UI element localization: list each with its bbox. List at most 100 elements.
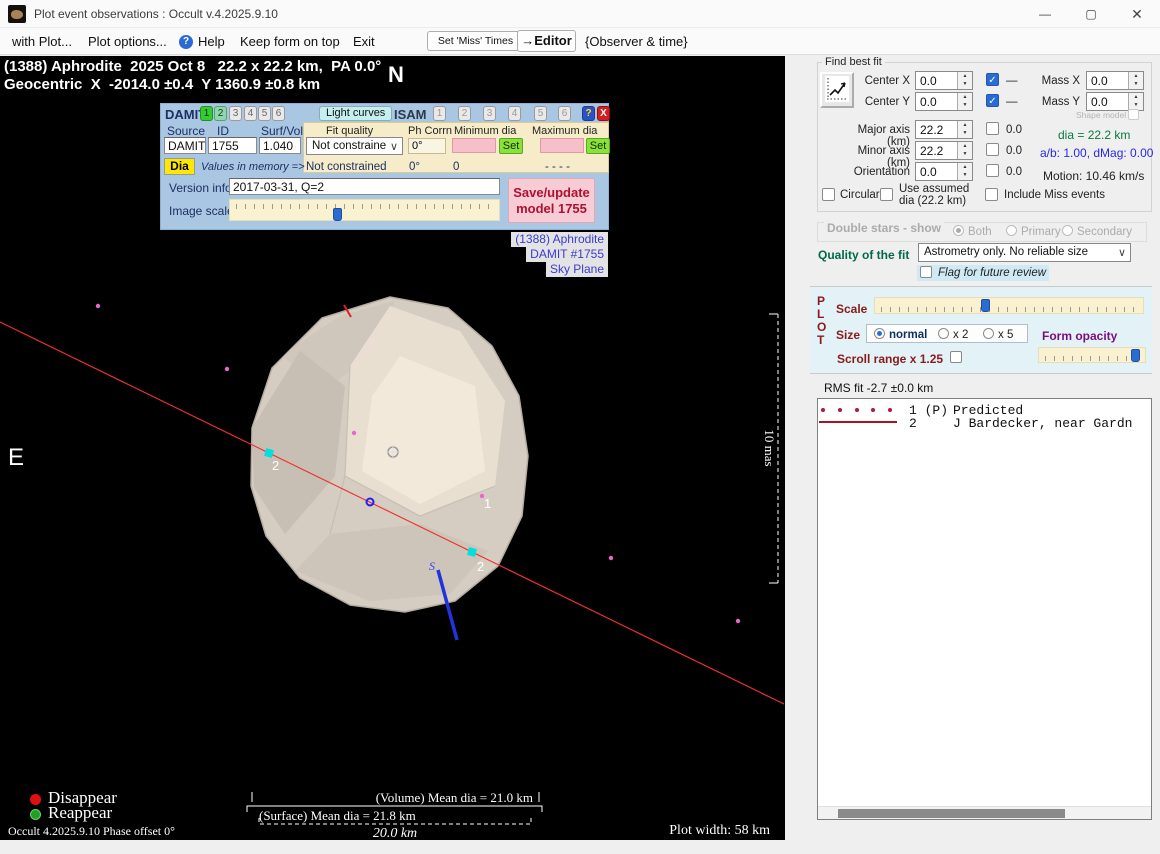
obs-name: J Bardecker, near Gardn [953, 416, 1150, 431]
orientation-sigma: 0.0 [1006, 166, 1022, 178]
damit-model-panel: DAMIT 1 2 3 4 5 6 Light curves ISAM 1 2 … [160, 103, 609, 230]
major-axis-spinner[interactable]: 22.2▲▼ [915, 120, 973, 139]
size-x5-radio[interactable] [983, 328, 994, 339]
double-both-radio[interactable] [953, 225, 964, 236]
shape-model-checkbox[interactable] [1128, 109, 1139, 120]
quality-fit-dropdown[interactable]: Astrometry only. No reliable size ∨ [918, 243, 1131, 262]
minor-axis-spinner[interactable]: 22.2▲▼ [915, 141, 973, 160]
isam-tab-2[interactable]: 2 [458, 106, 471, 121]
dia-button[interactable]: Dia [164, 158, 195, 175]
title-bar: Plot event observations : Occult v.4.202… [0, 0, 1160, 28]
isam-tab-5[interactable]: 5 [534, 106, 547, 121]
legend-reappear: Reappear [48, 803, 112, 823]
mass-x-label: Mass X [1040, 75, 1080, 87]
damit-tab-1[interactable]: 1 [200, 106, 213, 121]
major-axis-sigma: 0.0 [1006, 124, 1022, 136]
size-label: Size [836, 328, 860, 342]
use-assumed-label-2: dia (22.2 km) [899, 195, 966, 207]
editor-button[interactable]: →Editor [517, 30, 576, 52]
observations-list[interactable]: 1 (P) Predicted 2 J Bardecker, near Gard… [817, 398, 1152, 820]
min-dia-set-button[interactable]: Set [499, 138, 523, 154]
damit-close-button[interactable]: X [597, 106, 610, 121]
scroll-range-checkbox[interactable] [950, 351, 962, 363]
memory-fit-value: Not constrained [306, 161, 387, 173]
chord-2-label-right: 2 [477, 559, 484, 574]
version-info-field[interactable]: 2017-03-31, Q=2 [229, 178, 500, 195]
run-fit-chart-button[interactable] [820, 72, 854, 108]
compass-east: E [8, 444, 24, 472]
damit-tab-3[interactable]: 3 [229, 106, 242, 121]
menu-exit[interactable]: Exit [353, 34, 375, 49]
chord-2-label-left: 2 [272, 458, 279, 473]
close-icon[interactable]: ✕ [1114, 0, 1160, 28]
col-ph-corrn: Ph Corrn [408, 125, 452, 137]
id-value[interactable]: 1755 [208, 137, 257, 154]
orientation-checkbox[interactable] [986, 164, 999, 177]
double-primary-radio[interactable] [1006, 225, 1017, 236]
major-axis-checkbox[interactable] [986, 122, 999, 135]
center-y-spinner[interactable]: 0.0▲▼ [915, 92, 973, 111]
down-arrow-icon: ▼ [957, 129, 972, 138]
orientation-spinner[interactable]: 0.0▲▼ [915, 162, 973, 181]
minor-axis-checkbox[interactable] [986, 143, 999, 156]
maximize-icon[interactable]: ▢ [1068, 0, 1114, 28]
menu-keep-on-top[interactable]: Keep form on top [240, 34, 340, 49]
include-miss-checkbox[interactable] [985, 188, 998, 201]
col-fit-quality: Fit quality [326, 125, 373, 137]
maximum-dia-field[interactable] [540, 138, 584, 153]
menu-with-plot[interactable]: with Plot... [12, 34, 72, 49]
fit-quality-dropdown[interactable]: Not constraine ∨ [306, 137, 403, 155]
save-update-model-button[interactable]: Save/update model 1755 [508, 178, 595, 223]
double-stars-title: Double stars - show [824, 221, 944, 235]
size-normal-radio[interactable] [874, 328, 885, 339]
list-hscrollbar[interactable] [818, 806, 1151, 819]
minimize-icon[interactable]: — [1022, 0, 1068, 28]
info-sky-plane: Sky Plane [546, 262, 608, 277]
set-miss-times-button[interactable]: Set 'Miss' Times [427, 31, 524, 51]
help-icon[interactable]: ? [179, 35, 193, 49]
damit-tab-4[interactable]: 4 [244, 106, 257, 121]
size-x2-radio[interactable] [938, 328, 949, 339]
plot-letter-t: T [817, 333, 824, 347]
center-y-checkbox[interactable]: ✓ [986, 94, 999, 107]
isam-tab-4[interactable]: 4 [508, 106, 521, 121]
image-scale-label: Image scale [169, 204, 234, 218]
isam-tab-6[interactable]: 6 [558, 106, 571, 121]
use-assumed-checkbox[interactable] [880, 188, 893, 201]
size-x5-label: x 5 [998, 329, 1013, 341]
damit-tab-6[interactable]: 6 [272, 106, 285, 121]
minimum-dia-field[interactable] [452, 138, 496, 153]
flag-review-checkbox[interactable] [920, 266, 932, 278]
center-x-spinner[interactable]: 0.0▲▼ [915, 71, 973, 90]
image-scale-slider-thumb[interactable] [333, 208, 342, 221]
mass-x-spinner[interactable]: 0.0▲▼ [1086, 71, 1144, 90]
damit-help-button[interactable]: ? [582, 106, 595, 121]
scale-20km-label: 20.0 km [373, 826, 417, 840]
menu-help[interactable]: Help [198, 34, 225, 49]
max-dia-set-button[interactable]: Set [586, 138, 610, 154]
isam-tab-3[interactable]: 3 [483, 106, 496, 121]
damit-tab-2[interactable]: 2 [214, 106, 227, 121]
form-opacity-slider-thumb[interactable] [1131, 349, 1140, 362]
phase-offset-label: Phase offset 0° [103, 824, 175, 839]
dia-result-label: dia = 22.2 km [1058, 128, 1130, 142]
star-s-label: S [429, 559, 435, 573]
form-opacity-slider[interactable] [1038, 347, 1146, 363]
damit-tab-5[interactable]: 5 [258, 106, 271, 121]
double-secondary-label: Secondary [1077, 226, 1132, 238]
center-x-checkbox[interactable]: ✓ [986, 73, 999, 86]
list-hscrollbar-thumb[interactable] [838, 809, 1065, 818]
isam-tab-1[interactable]: 1 [433, 106, 446, 121]
plot-scale-slider[interactable] [874, 297, 1144, 314]
light-curves-button[interactable]: Light curves [319, 106, 392, 121]
menu-plot-options[interactable]: Plot options... [88, 34, 167, 49]
image-scale-slider[interactable] [229, 199, 500, 221]
event-title: (1388) Aphrodite 2025 Oct 8 22.2 x 22.2 … [4, 58, 381, 75]
double-secondary-radio[interactable] [1062, 225, 1073, 236]
ph-corrn-field[interactable]: 0° [408, 138, 446, 154]
sky-plane-plot[interactable]: 1 2 2 S 10 mas (Volume) Mean dia = 21.0 … [0, 56, 785, 840]
plot-scale-slider-thumb[interactable] [981, 299, 990, 312]
circular-checkbox[interactable] [822, 188, 835, 201]
col-source: Source [167, 124, 205, 138]
plot-letter-l: L [817, 307, 824, 321]
